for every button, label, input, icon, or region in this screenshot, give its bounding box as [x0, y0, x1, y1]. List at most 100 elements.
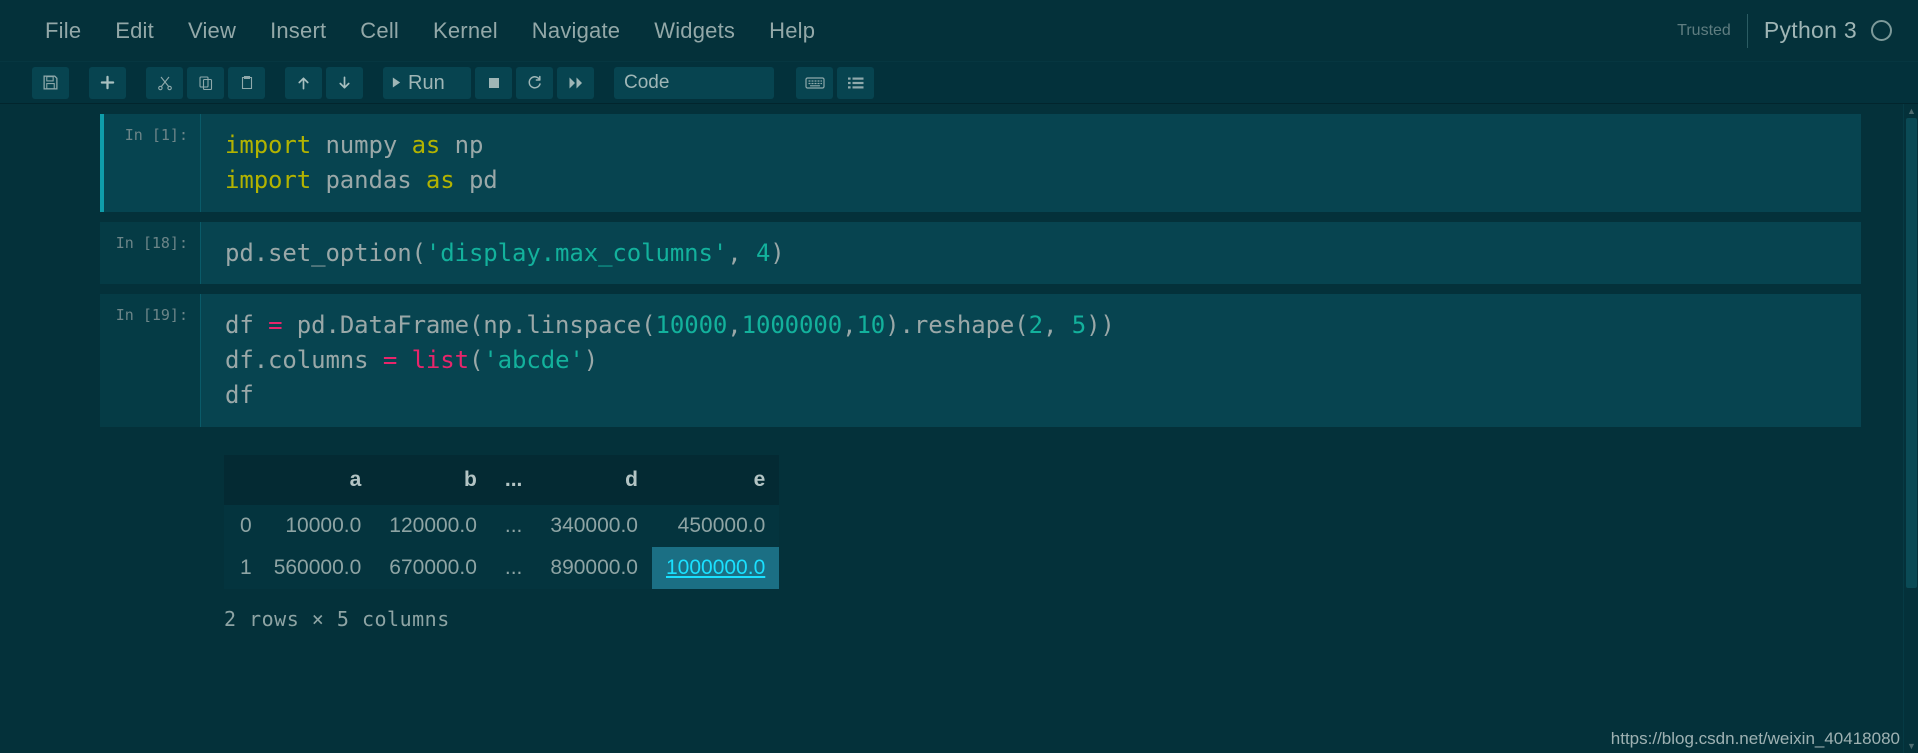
scroll-up-arrow-icon[interactable]: ▲ [1904, 104, 1918, 118]
menu-item-edit[interactable]: Edit [98, 12, 171, 50]
notebook-body: In [1]: import numpy as np import pandas a… [0, 104, 1918, 753]
cell-code-editor[interactable]: df = pd.DataFrame(np.linspace(10000,1000… [200, 294, 1861, 427]
menu-item-view[interactable]: View [171, 12, 253, 50]
cell-code-editor[interactable]: pd.set_option('display.max_columns', 4) [200, 221, 1861, 285]
code-token: pd [454, 165, 498, 194]
code-token: , [727, 311, 742, 340]
menu-item-file[interactable]: File [28, 12, 98, 50]
dataframe-column-header: e [651, 454, 780, 505]
menu-item-navigate[interactable]: Navigate [515, 12, 637, 50]
command-palette-button[interactable] [796, 66, 833, 99]
code-line: pd.set_option('display.max_columns', 4) [225, 236, 1861, 271]
vertical-scrollbar[interactable]: ▲ ▼ [1903, 104, 1918, 753]
dataframe-body: 0 10000.0 120000.0... 340000.0 450000.0 1 5600… [224, 504, 780, 589]
menubar-divider [1746, 13, 1748, 48]
insert-cell-button[interactable] [89, 66, 126, 99]
menu-item-help[interactable]: Help [752, 12, 832, 50]
code-token: pd.DataFrame(np.linspace( [282, 311, 656, 340]
plus-icon [100, 75, 115, 90]
code-token: pd.set_option( [225, 238, 426, 267]
copy-icon [198, 75, 214, 91]
run-button[interactable]: Run [383, 66, 471, 99]
restart-and-run-all-button[interactable] [557, 66, 594, 99]
move-cell-down-button[interactable] [326, 66, 363, 99]
play-icon [391, 76, 402, 89]
code-token: numpy [311, 131, 412, 159]
move-cell-up-button[interactable] [285, 66, 322, 99]
dataframe-cell: 670000.0 [375, 546, 491, 589]
kernel-idle-circle-icon[interactable] [1871, 20, 1892, 41]
menu-item-cell[interactable]: Cell [343, 12, 416, 50]
code-token: )) [1086, 311, 1115, 340]
code-token: 2 [1028, 311, 1043, 340]
menubar-right-section: Trusted Python 3 [1677, 0, 1918, 61]
code-token: 10000 [655, 311, 728, 340]
dataframe-cell: 120000.0 [375, 504, 491, 547]
code-token: df [225, 311, 269, 340]
dataframe-index-header [224, 454, 260, 505]
code-token: , [842, 311, 857, 340]
code-line: df.columns = list('abcde') [225, 343, 1861, 378]
cells-container: In [1]: import numpy as np import pandas a… [0, 114, 1918, 427]
paste-button[interactable] [228, 66, 265, 99]
menu-item-kernel[interactable]: Kernel [416, 12, 515, 50]
restart-kernel-button[interactable] [516, 66, 553, 99]
arrow-up-icon [296, 75, 311, 91]
menu-bar: File Edit View Insert Cell Kernel Navigate Widg… [0, 0, 1918, 62]
interrupt-kernel-button[interactable] [475, 66, 512, 99]
notebook-cell[interactable]: In [19]: df = pd.DataFrame(np.linspace(10… [0, 294, 1918, 427]
code-token: as [411, 131, 441, 159]
menu-items-container: File Edit View Insert Cell Kernel Navigate Widg… [28, 12, 832, 50]
cell-prompt: In [1]: [100, 114, 200, 212]
cell-code-editor[interactable]: import numpy as np import pandas as pd [200, 114, 1861, 212]
toolbar-group-insert [89, 66, 130, 99]
save-button[interactable] [32, 66, 69, 99]
notebook-cell[interactable]: In [1]: import numpy as np import pandas a… [0, 114, 1918, 212]
list-lines-icon [847, 76, 865, 90]
cell-type-value: Code [624, 71, 670, 93]
menu-item-insert[interactable]: Insert [253, 12, 343, 50]
code-token: 'abcde' [483, 346, 584, 375]
run-button-label: Run [408, 71, 445, 94]
dataframe-cell: 890000.0 [536, 546, 652, 589]
scrollbar-thumb[interactable] [1906, 118, 1917, 588]
code-token: 10 [856, 311, 886, 340]
menu-item-widgets[interactable]: Widgets [637, 12, 752, 50]
notebook-cell[interactable]: In [18]: pd.set_option('display.max_colum… [0, 221, 1918, 285]
toolbar: Run Code [0, 62, 1918, 104]
jupyter-notebook-window: File Edit View Insert Cell Kernel Navigate Widg… [0, 0, 1918, 753]
code-line: df = pd.DataFrame(np.linspace(10000,1000… [225, 308, 1861, 343]
copy-button[interactable] [187, 66, 224, 99]
code-token: df [225, 380, 254, 409]
toolbar-group-file [32, 66, 73, 99]
toolbar-group-extras [796, 66, 878, 99]
dataframe-output: a b... d e 0 10000.0 120000.0... 340000.0 45000… [200, 437, 1918, 631]
code-token: , [727, 238, 756, 267]
dataframe-column-header: ... [490, 454, 537, 505]
scroll-down-arrow-icon[interactable]: ▼ [1904, 739, 1918, 753]
table-row: 1 560000.0 670000.0... 890000.0 1000000.0 [224, 546, 780, 589]
code-token: import [225, 165, 312, 194]
save-icon [42, 74, 59, 91]
code-token: = [382, 346, 398, 375]
cell-prompt: In [18]: [100, 221, 200, 285]
code-token: ) [770, 238, 785, 267]
code-token: list [411, 346, 470, 375]
code-line: df [225, 378, 1861, 413]
cell-type-select[interactable]: Code [614, 66, 774, 99]
table-row: 0 10000.0 120000.0... 340000.0 450000.0 [224, 504, 780, 547]
dataframe-column-header: a [259, 454, 376, 505]
cut-button[interactable] [146, 66, 183, 99]
keyboard-icon [804, 76, 825, 90]
code-token: ).reshape( [885, 311, 1029, 340]
code-token: as [425, 165, 455, 194]
dataframe-cell: 10000.0 [259, 504, 376, 547]
table-of-contents-button[interactable] [837, 66, 874, 99]
code-token: df.columns [225, 346, 383, 375]
dataframe-cell: 450000.0 [651, 504, 780, 547]
code-token: 'display.max_columns' [425, 238, 728, 267]
toolbar-group-clipboard [146, 66, 269, 99]
dataframe-column-header: b [375, 454, 491, 505]
dataframe-cell: 560000.0 [259, 546, 376, 589]
toolbar-group-move [285, 66, 367, 99]
